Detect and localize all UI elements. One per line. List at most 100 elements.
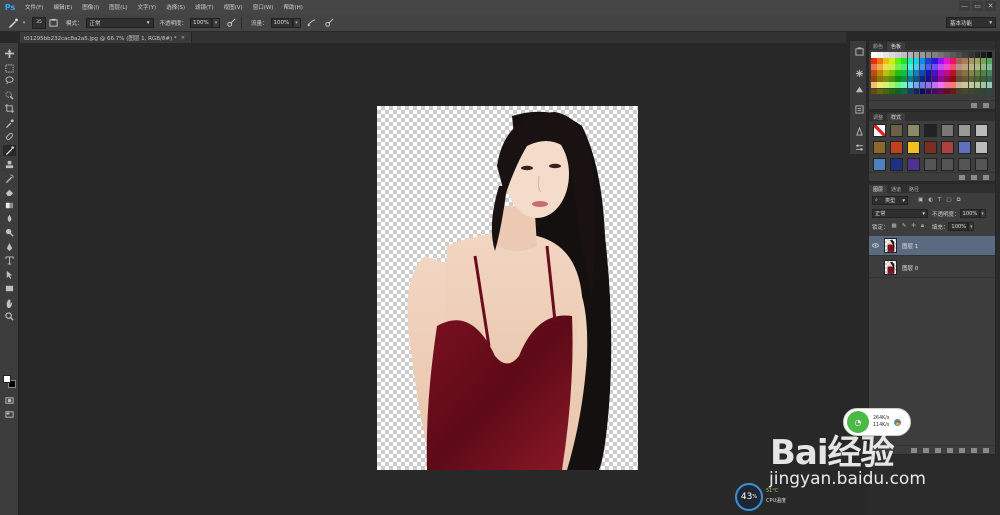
style-preset[interactable] — [890, 124, 903, 137]
style-preset[interactable] — [975, 124, 988, 137]
swatch[interactable] — [889, 70, 895, 76]
style-preset[interactable] — [941, 124, 954, 137]
swatch[interactable] — [871, 52, 877, 58]
swatch[interactable] — [974, 82, 981, 89]
swatch[interactable] — [871, 82, 877, 89]
style-preset[interactable] — [907, 141, 920, 154]
style-preset[interactable] — [907, 158, 920, 171]
swatch[interactable] — [980, 76, 987, 82]
swatch[interactable] — [895, 58, 901, 64]
swatch[interactable] — [931, 88, 938, 95]
swatch[interactable] — [907, 88, 914, 95]
actions-icon[interactable] — [853, 67, 865, 79]
tab-swatches[interactable]: 色板 — [887, 42, 906, 50]
swatch[interactable] — [962, 70, 968, 76]
filter-smart-icon[interactable]: ⧉ — [957, 197, 961, 204]
style-preset[interactable] — [890, 158, 903, 171]
swatch[interactable] — [974, 76, 981, 82]
swatch[interactable] — [944, 88, 950, 95]
close-button[interactable]: ✕ — [985, 1, 996, 11]
history-icon[interactable] — [853, 45, 865, 57]
swatch[interactable] — [907, 82, 914, 89]
swatch[interactable] — [877, 58, 883, 64]
swatch[interactable] — [968, 70, 975, 76]
swatch[interactable] — [974, 88, 981, 95]
swatch[interactable] — [956, 76, 962, 82]
eyedropper-icon[interactable] — [3, 118, 16, 129]
gradient-icon[interactable] — [3, 200, 16, 211]
swatch[interactable] — [950, 88, 956, 95]
type-icon[interactable] — [3, 255, 16, 266]
swatch[interactable] — [895, 52, 901, 58]
character-icon[interactable] — [853, 103, 865, 115]
swatch[interactable] — [986, 64, 993, 70]
tab-color[interactable]: 颜色 — [869, 42, 887, 50]
swatch[interactable] — [956, 70, 962, 76]
swatch[interactable] — [962, 52, 968, 58]
swatch[interactable] — [944, 52, 950, 58]
layer-kind-select[interactable]: ⌕ 类型 ▾ — [872, 196, 908, 205]
swatch[interactable] — [913, 58, 920, 64]
style-preset[interactable] — [873, 141, 886, 154]
swatch[interactable] — [931, 70, 938, 76]
opacity-input[interactable]: 100% — [190, 17, 213, 28]
lock-all-icon[interactable]: 🔒︎ — [921, 223, 924, 230]
workspace-switcher[interactable]: 基本功能 ▾ — [946, 17, 996, 28]
swatch[interactable] — [950, 58, 956, 64]
swatch[interactable] — [919, 88, 926, 95]
rectangle-icon[interactable] — [3, 283, 16, 294]
clear-style-icon[interactable] — [959, 174, 965, 180]
swatch[interactable] — [883, 52, 889, 58]
swatch[interactable] — [980, 88, 987, 95]
swatch[interactable] — [925, 88, 932, 95]
menu-item[interactable]: 文件(F) — [20, 3, 48, 11]
hand-icon[interactable] — [3, 298, 16, 309]
swatch[interactable] — [877, 82, 883, 89]
chevron-down-icon[interactable]: ▾ — [20, 18, 28, 28]
paragraph-icon[interactable] — [853, 83, 865, 95]
blend-mode-select[interactable]: 正常 ▾ — [872, 209, 928, 218]
swatch[interactable] — [925, 52, 932, 58]
style-preset[interactable] — [924, 141, 937, 154]
pressure-size-icon[interactable] — [323, 17, 337, 29]
swatch[interactable] — [962, 58, 968, 64]
brush-presets-icon[interactable] — [853, 141, 865, 153]
menu-item[interactable]: 视图(V) — [219, 3, 248, 11]
swatch[interactable] — [944, 58, 950, 64]
swatch[interactable] — [889, 58, 895, 64]
swatch[interactable] — [931, 64, 938, 70]
stamp-icon[interactable] — [3, 159, 16, 170]
tab-channels[interactable]: 通道 — [887, 185, 905, 193]
swatch[interactable] — [980, 52, 987, 58]
swatch[interactable] — [877, 52, 883, 58]
swatch[interactable] — [968, 82, 975, 89]
swatch[interactable] — [871, 70, 877, 76]
maximize-button[interactable]: ▭ — [972, 1, 983, 11]
new-style-icon[interactable] — [971, 174, 977, 180]
style-preset[interactable] — [975, 141, 988, 154]
swatch[interactable] — [962, 76, 968, 82]
brush-preset-icon[interactable] — [6, 17, 20, 29]
swatch[interactable] — [938, 64, 944, 70]
swatch[interactable] — [974, 64, 981, 70]
swatch[interactable] — [907, 64, 914, 70]
swatch[interactable] — [956, 82, 962, 89]
path-select-icon[interactable] — [3, 269, 16, 280]
swatch[interactable] — [980, 70, 987, 76]
chevron-down-icon[interactable]: ▾ — [968, 222, 975, 231]
marquee-icon[interactable] — [3, 63, 16, 74]
swatch[interactable] — [871, 76, 877, 82]
swatch[interactable] — [883, 70, 889, 76]
canvas-area[interactable] — [20, 43, 846, 515]
swatch[interactable] — [901, 76, 908, 82]
swatch[interactable] — [907, 58, 914, 64]
swatch[interactable] — [901, 88, 908, 95]
tab-adjustments[interactable]: 调整 — [869, 113, 887, 121]
mode-select[interactable]: 正常 ▾ — [85, 17, 154, 28]
history-brush-icon[interactable] — [3, 173, 16, 184]
eye-icon[interactable] — [869, 258, 881, 278]
menu-item[interactable]: 图像(I) — [77, 3, 104, 11]
swatch[interactable] — [925, 70, 932, 76]
swatch[interactable] — [968, 64, 975, 70]
swatch[interactable] — [956, 52, 962, 58]
